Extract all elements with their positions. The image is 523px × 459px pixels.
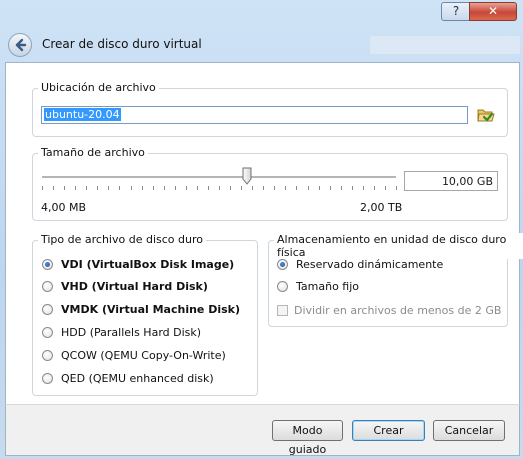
slider-tick — [330, 186, 331, 190]
slider-tick — [252, 186, 253, 190]
file-location-legend: Ubicación de archivo — [38, 81, 159, 94]
checkbox-label: Dividir en archivos de menos de 2 GB — [294, 304, 502, 317]
radio-label: QED (QEMU enhanced disk) — [61, 372, 214, 385]
split-files-checkbox[interactable]: Dividir en archivos de menos de 2 GB — [277, 304, 501, 317]
slider-tick — [385, 186, 386, 190]
folder-open-icon — [477, 109, 495, 122]
checkbox-box — [277, 305, 288, 316]
slider-tick — [263, 186, 264, 190]
back-button[interactable] — [8, 33, 32, 57]
disk-type-legend: Tipo de archivo de disco duro — [38, 233, 206, 246]
radio-label: VDI (VirtualBox Disk Image) — [61, 258, 235, 271]
file-location-input[interactable]: ubuntu-20.04 — [41, 106, 468, 124]
slider-tick — [308, 186, 309, 190]
radio-label: VHD (Virtual Hard Disk) — [61, 280, 208, 293]
slider-tick — [64, 186, 65, 190]
slider-tick — [153, 186, 154, 190]
radio-indicator — [42, 373, 53, 384]
radio-indicator — [42, 259, 53, 270]
slider-tick — [341, 186, 342, 190]
storage-legend: Almacenamiento en unidad de disco duro f… — [274, 233, 523, 259]
radio-indicator — [277, 259, 288, 270]
slider-tick — [86, 186, 87, 190]
slider-tick — [164, 186, 165, 190]
file-size-slider-handle[interactable] — [242, 167, 252, 185]
slider-tick — [42, 186, 43, 190]
slider-tick — [97, 186, 98, 190]
slider-tick — [319, 186, 320, 190]
radio-label: VMDK (Virtual Machine Disk) — [61, 303, 241, 316]
file-size-max-label: 2,00 TB — [360, 201, 403, 214]
back-arrow-icon — [15, 38, 27, 52]
slider-tick — [75, 186, 76, 190]
slider-tick — [396, 186, 397, 190]
slider-tick — [131, 186, 132, 190]
disk-type-vhd-radio[interactable]: VHD (Virtual Hard Disk) — [42, 280, 208, 293]
radio-indicator — [42, 327, 53, 338]
slider-tick — [142, 186, 143, 190]
slider-tick — [363, 186, 364, 190]
file-size-input[interactable]: 10,00 GB — [404, 171, 498, 191]
file-location-value: ubuntu-20.04 — [44, 108, 121, 121]
slider-tick — [230, 186, 231, 190]
radio-label: Tamaño fijo — [296, 280, 360, 293]
radio-label: HDD (Parallels Hard Disk) — [61, 326, 202, 339]
slider-tick — [352, 186, 353, 190]
disk-type-qed-radio[interactable]: QED (QEMU enhanced disk) — [42, 372, 214, 385]
storage-fixed-radio[interactable]: Tamaño fijo — [277, 280, 359, 293]
radio-indicator — [42, 304, 53, 315]
radio-label: QCOW (QEMU Copy-On-Write) — [61, 349, 226, 362]
help-button[interactable]: ? — [441, 2, 471, 21]
radio-label: Reservado dinámicamente — [296, 258, 444, 271]
storage-dynamic-radio[interactable]: Reservado dinámicamente — [277, 258, 443, 271]
slider-tick — [119, 186, 120, 190]
radio-indicator — [277, 281, 288, 292]
slider-tick — [108, 186, 109, 190]
slider-tick — [274, 186, 275, 190]
slider-tick — [374, 186, 375, 190]
dialog-title: Crear de disco duro virtual — [42, 37, 202, 51]
slider-tick — [197, 186, 198, 190]
slider-tick — [208, 186, 209, 190]
slider-tick — [285, 186, 286, 190]
slider-tick — [175, 186, 176, 190]
disk-type-qcow-radio[interactable]: QCOW (QEMU Copy-On-Write) — [42, 349, 226, 362]
slider-tick — [53, 186, 54, 190]
disk-type-vdi-radio[interactable]: VDI (VirtualBox Disk Image) — [42, 258, 234, 271]
file-size-slider-track[interactable] — [42, 176, 396, 179]
slider-tick — [241, 186, 242, 190]
cancel-button[interactable]: Cancelar — [433, 420, 505, 441]
slider-tick — [219, 186, 220, 190]
radio-indicator — [42, 281, 53, 292]
guided-mode-button[interactable]: Modo guiado — [272, 420, 343, 456]
slider-tick — [186, 186, 187, 190]
close-button[interactable]: ✕ — [469, 2, 517, 21]
slider-tick — [296, 186, 297, 190]
disk-type-hdd-radio[interactable]: HDD (Parallels Hard Disk) — [42, 326, 201, 339]
create-button[interactable]: Crear — [352, 420, 425, 441]
file-size-legend: Tamaño de archivo — [38, 146, 148, 159]
disk-type-vmdk-radio[interactable]: VMDK (Virtual Machine Disk) — [42, 303, 240, 316]
background-window-strip — [370, 36, 520, 54]
file-size-min-label: 4,00 MB — [41, 201, 87, 214]
choose-folder-button[interactable] — [476, 105, 496, 125]
radio-indicator — [42, 350, 53, 361]
